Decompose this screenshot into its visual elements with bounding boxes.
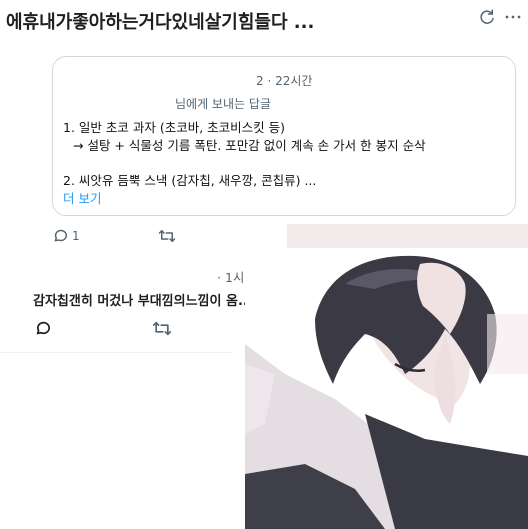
- reply-icon: [36, 321, 50, 335]
- retweet-icon: [152, 321, 172, 336]
- reply-count: 1: [72, 229, 80, 243]
- thread-divider: [0, 352, 232, 353]
- retweet-icon: [158, 230, 176, 242]
- illustration-image: [245, 224, 528, 529]
- refresh-icon[interactable]: [478, 8, 496, 26]
- quoted-reply-card[interactable]: 2 · 22시간 님에게 보내는 답글 1. 일반 초코 과자 (초코바, 초코…: [52, 56, 516, 216]
- quote-line-3: 2. 씨앗유 듬뿍 스낵 (감자칩, 새우깡, 콘칩류) ...: [63, 173, 317, 188]
- retweet-button-2[interactable]: [152, 320, 172, 337]
- tweet-thread-screenshot: 에휴내가좋아하는거다있네살기힘들다 ... 2 · 22시간 님에게 보내는 답…: [0, 0, 528, 529]
- quote-timestamp: 2 · 22시간: [256, 74, 313, 88]
- quote-line-1: 1. 일반 초코 과자 (초코바, 초코비스킷 등): [63, 120, 285, 135]
- show-more-link[interactable]: 더 보기: [63, 188, 101, 207]
- reply-text: 감자칩갠히 머겄나 부대낌의느낌이 옴..: [33, 294, 248, 309]
- reply-to-label: 님에게 보내는 답글: [175, 97, 271, 111]
- quote-line-2: → 설탕 + 식물성 기름 폭탄. 포만감 없이 계속 손 가서 한 봉지 순삭: [73, 138, 426, 153]
- reply-button[interactable]: 1: [52, 228, 80, 244]
- post-title: 에휴내가좋아하는거다있네살기힘들다 ...: [6, 12, 315, 33]
- reply-button-2[interactable]: [34, 320, 51, 337]
- more-icon[interactable]: [504, 8, 522, 26]
- reply-icon: [54, 229, 67, 242]
- retweet-button[interactable]: [158, 228, 176, 244]
